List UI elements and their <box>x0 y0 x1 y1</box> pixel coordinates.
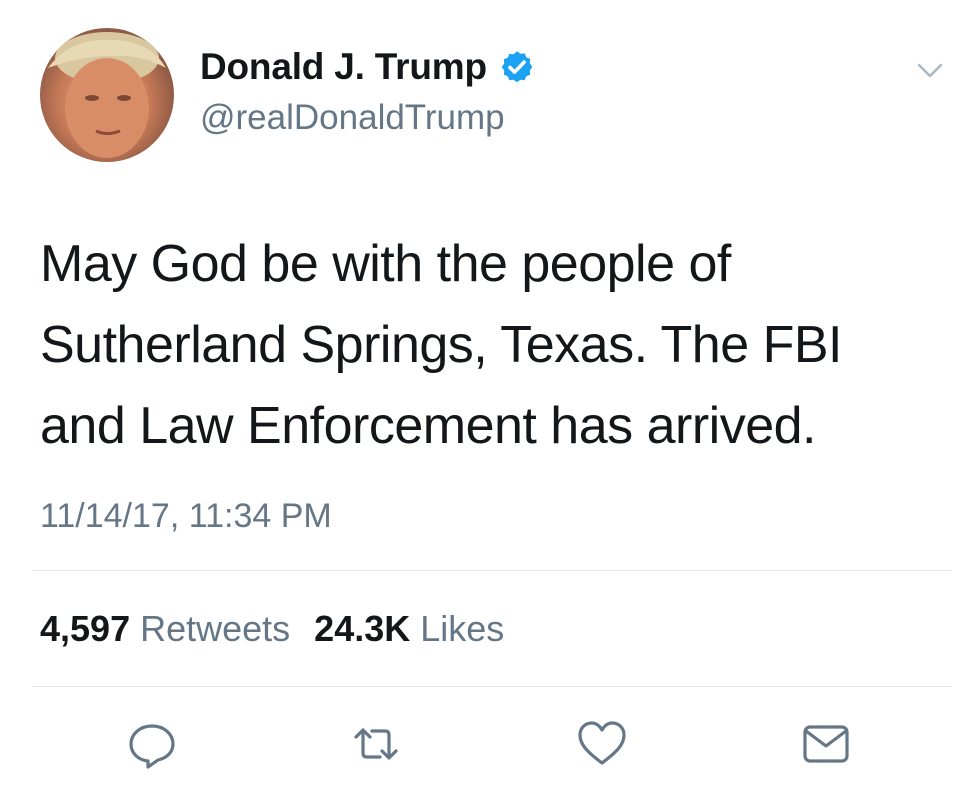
reply-icon[interactable] <box>126 718 178 770</box>
avatar-image <box>48 32 166 158</box>
author-handle[interactable]: @realDonaldTrump <box>200 98 505 138</box>
tweet-text: May God be with the people of Sutherland… <box>40 235 842 455</box>
tweet-card: Donald J. Trump @realDonaldTrump May God… <box>0 0 980 799</box>
avatar[interactable] <box>40 28 174 162</box>
direct-message-icon[interactable] <box>800 718 852 770</box>
likes-count: 24.3K <box>314 608 411 649</box>
likes-label: Likes <box>420 608 505 649</box>
like-icon[interactable] <box>576 718 628 770</box>
verified-badge-icon <box>499 49 535 85</box>
likes-stat[interactable]: 24.3K Likes <box>314 608 504 650</box>
retweet-icon[interactable] <box>350 718 402 770</box>
author-display-name[interactable]: Donald J. Trump <box>200 46 487 88</box>
retweets-stat[interactable]: 4,597 Retweets <box>40 608 290 650</box>
chevron-down-icon[interactable] <box>916 60 944 82</box>
retweets-label: Retweets <box>140 608 291 649</box>
divider <box>32 686 952 687</box>
author-row: Donald J. Trump <box>200 46 535 88</box>
tweet-stats: 4,597 Retweets 24.3K Likes <box>40 608 528 650</box>
retweets-count: 4,597 <box>40 608 131 649</box>
tweet-timestamp[interactable]: 11/14/17, 11:34 PM <box>40 497 332 536</box>
divider <box>32 570 952 571</box>
